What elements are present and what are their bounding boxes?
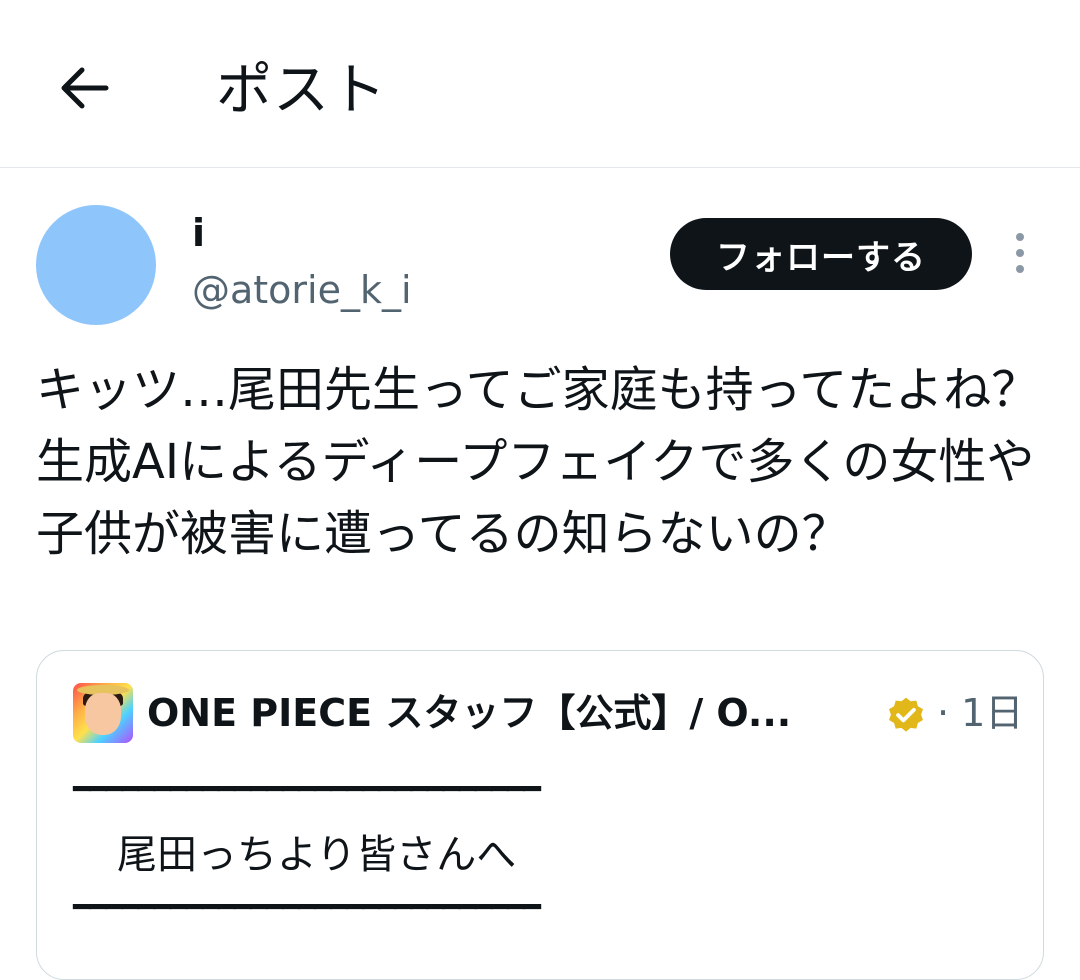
quoted-post-time: · 1日: [937, 691, 1024, 735]
more-vertical-icon: [1016, 265, 1024, 273]
follow-button[interactable]: フォローする: [670, 218, 972, 290]
quoted-author-name: ONE PIECE スタッフ【公式】/ O...: [147, 691, 792, 735]
author-handle[interactable]: @atorie_k_i: [192, 266, 412, 314]
quoted-post-text: 尾田っちより皆さんへ: [117, 832, 517, 878]
more-vertical-icon: [1016, 233, 1024, 241]
avatar[interactable]: [36, 205, 156, 325]
arrow-left-icon: [61, 67, 109, 109]
divider-line: ━━━━━━━━━━━━━━━━━━━━━━━━━━━━━: [73, 772, 541, 807]
divider-line: ━━━━━━━━━━━━━━━━━━━━━━━━━━━━━: [73, 890, 541, 925]
page-title: ポスト: [216, 58, 387, 123]
quoted-post[interactable]: ONE PIECE スタッフ【公式】/ O... · 1日 ━━━━━━━━━━…: [36, 650, 1044, 980]
top-bar: ポスト: [0, 0, 1080, 168]
more-vertical-icon: [1016, 249, 1024, 257]
post-text: キッツ…尾田先生ってご家庭も持ってたよね？生成AIによるディープフェイクで多くの…: [36, 362, 1040, 562]
more-options-button[interactable]: [1000, 228, 1040, 278]
back-button[interactable]: [54, 60, 114, 116]
verified-badge-icon: [889, 697, 923, 732]
author-display-name[interactable]: i: [192, 210, 205, 256]
avatar-face: [85, 693, 121, 735]
quoted-author-avatar: [73, 683, 133, 743]
